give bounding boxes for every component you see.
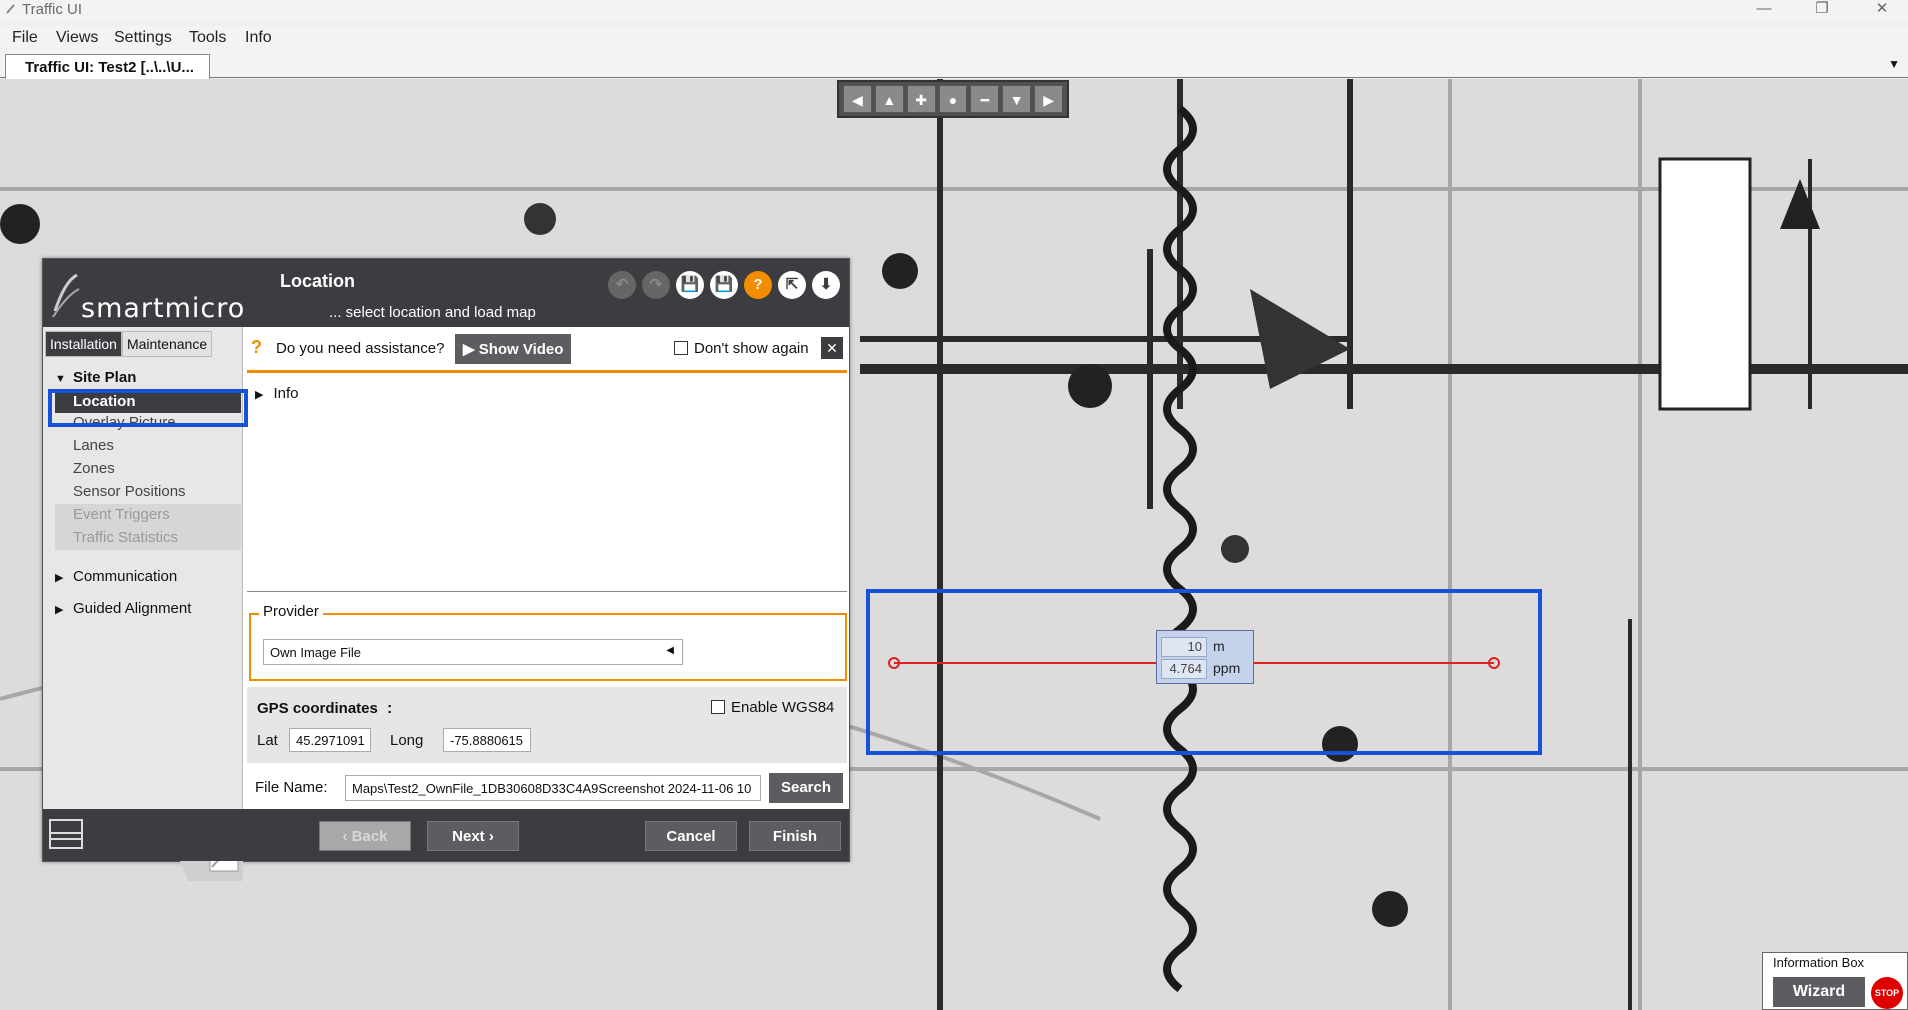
dialog-header: smartmicro Location ... select location … (43, 259, 849, 327)
tree-site-plan[interactable]: ▼ Site Plan (55, 369, 136, 386)
file-name-input[interactable]: Maps\Test2_OwnFile_1DB30608D33C4A9Screen… (345, 775, 761, 801)
divider (247, 591, 847, 592)
dialog-footer: ‹ Back Next › Cancel Finish (43, 809, 849, 861)
location-content: ? Do you need assistance? ▶ Show Video D… (247, 327, 849, 809)
expanded-icon: ▼ (55, 373, 66, 385)
dialog-subtitle: ... select location and load map (329, 304, 536, 321)
cancel-button[interactable]: Cancel (645, 821, 737, 851)
stop-button[interactable]: STOP (1871, 977, 1903, 1009)
tree-item-traffic-statistics: Traffic Statistics (55, 527, 241, 550)
distance-input[interactable]: 10 (1161, 637, 1207, 657)
selection-highlight (48, 389, 248, 427)
location-wizard-dialog: smartmicro Location ... select location … (42, 258, 850, 881)
close-assistance-button[interactable]: ✕ (821, 337, 843, 359)
mode-tabs: Installation Maintenance (45, 331, 213, 357)
download-icon[interactable]: ⬇ (812, 271, 840, 299)
info-expander[interactable]: ▶ Info (255, 385, 299, 402)
tree-item-event-triggers: Event Triggers (55, 504, 241, 527)
question-icon: ? (251, 337, 262, 357)
long-input[interactable]: -75.8880615 (443, 728, 531, 752)
log-panel-icon[interactable] (49, 819, 83, 849)
next-button[interactable]: Next › (427, 821, 519, 851)
search-button[interactable]: Search (769, 773, 843, 803)
redo-icon[interactable]: ↷ (642, 271, 670, 299)
show-video-button[interactable]: ▶ Show Video (455, 334, 571, 364)
lat-input[interactable]: 45.2971091 (289, 728, 371, 752)
information-box-title: Information Box (1773, 955, 1865, 970)
undo-icon[interactable]: ↶ (608, 271, 636, 299)
tab-installation[interactable]: Installation (45, 331, 122, 357)
long-label: Long (390, 732, 424, 749)
tree-item-zones[interactable]: Zones (73, 460, 115, 477)
dropdown-arrow-icon: ◀ (666, 645, 674, 656)
back-button: ‹ Back (319, 821, 411, 851)
distance-unit: m (1213, 638, 1225, 654)
lat-label: Lat (257, 732, 278, 749)
gps-colon: : (387, 700, 393, 717)
smartmicro-logo: smartmicro (51, 271, 281, 324)
checkbox-box[interactable] (711, 700, 725, 714)
collapsed-icon: ▶ (55, 604, 64, 616)
finish-button[interactable]: Finish (749, 821, 841, 851)
gps-group: GPS coordinates : Enable WGS84 Lat 45.29… (247, 687, 847, 763)
tree-item-sensor-positions[interactable]: Sensor Positions (73, 483, 186, 500)
provider-legend: Provider (259, 603, 323, 620)
context-help-icon[interactable]: ⇱ (778, 271, 806, 299)
measure-panel: 10 m 4.764 ppm (1156, 630, 1254, 684)
tab-maintenance[interactable]: Maintenance (121, 331, 213, 357)
collapsed-icon: ▶ (55, 572, 64, 584)
tree-item-lanes[interactable]: Lanes (73, 437, 114, 454)
wizard-button[interactable]: Wizard (1773, 977, 1865, 1007)
provider-group: Provider Own Image File ◀ (249, 603, 847, 681)
gps-label: GPS coordinates (257, 700, 378, 717)
enable-wgs84-checkbox[interactable]: Enable WGS84 (711, 699, 834, 716)
tree-communication[interactable]: ▶ Communication (55, 568, 177, 585)
scale-input[interactable]: 4.764 (1161, 659, 1207, 679)
provider-select[interactable]: Own Image File ◀ (263, 639, 683, 665)
dialog-title: Location (280, 271, 355, 291)
collapsed-icon: ▶ (255, 389, 264, 401)
help-icon[interactable]: ? (744, 271, 772, 299)
information-box: Information Box Wizard STOP (1762, 952, 1908, 1010)
save-icon[interactable]: 💾 (676, 271, 704, 299)
scale-unit: ppm (1213, 660, 1241, 676)
header-toolbar: ↶ ↷ 💾 💾 ? ⇱ ⬇ (608, 271, 840, 299)
checkbox-box[interactable] (674, 341, 688, 355)
save-as-icon[interactable]: 💾 (710, 271, 738, 299)
tree-guided-alignment[interactable]: ▶ Guided Alignment (55, 600, 191, 617)
assistance-question: Do you need assistance? (276, 340, 445, 357)
file-name-row: File Name: Maps\Test2_OwnFile_1DB30608D3… (247, 767, 847, 809)
file-name-label: File Name: (255, 779, 328, 796)
assistance-bar: ? Do you need assistance? ▶ Show Video D… (247, 327, 847, 373)
dont-show-again-checkbox[interactable]: Don't show again (674, 340, 809, 357)
